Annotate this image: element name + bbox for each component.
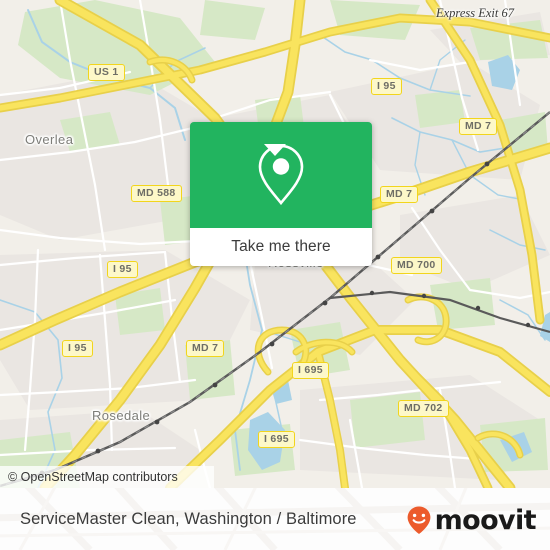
moovit-wordmark: moovit — [434, 504, 537, 536]
highway-shield-us-1: US 1 — [88, 64, 125, 81]
attribution-text: © OpenStreetMap contributors — [8, 470, 178, 484]
popup-action-bar[interactable]: Take me there — [190, 228, 372, 266]
map-attribution[interactable]: © OpenStreetMap contributors — [0, 466, 214, 488]
highway-shield-md-7-c: MD 7 — [380, 186, 419, 203]
moovit-smiling-pin-icon — [407, 506, 430, 534]
banner-title: ServiceMaster Clean, Washington / Baltim… — [20, 509, 357, 528]
highway-shield-i-95-b: I 95 — [62, 340, 93, 357]
highway-shield-i-695-a: I 695 — [292, 362, 329, 379]
highway-shield-md-7-a: MD 7 — [186, 340, 225, 357]
highway-shield-md-7-b: MD 7 — [459, 118, 498, 135]
highway-shield-i-95-c: I 95 — [371, 78, 402, 95]
popup-image-area — [190, 122, 372, 228]
bottom-banner: ServiceMaster Clean, Washington / Baltim… — [0, 488, 550, 550]
express-exit-label: Express Exit 67 — [436, 6, 514, 20]
highway-shield-md-588: MD 588 — [131, 185, 182, 202]
highway-shield-md-700: MD 700 — [391, 257, 442, 274]
map-screen: Overlea Rossville Rosedale US 1 MD 588 I… — [0, 0, 550, 550]
highway-shield-md-702: MD 702 — [398, 400, 449, 417]
take-me-there-label: Take me there — [231, 238, 331, 255]
highway-shield-i-695-b: I 695 — [258, 431, 295, 448]
highway-shield-i-95-a: I 95 — [107, 261, 138, 278]
moovit-brand[interactable]: moovit — [404, 504, 537, 536]
popup-pointer-tail — [264, 144, 286, 156]
